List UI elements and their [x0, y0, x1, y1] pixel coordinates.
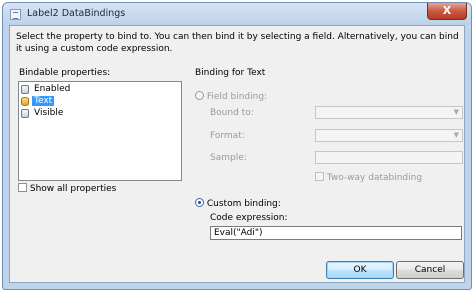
show-all-properties-label: Show all properties — [29, 184, 117, 194]
two-way-databinding-label: Two-way databinding — [326, 173, 423, 183]
bindable-properties-label: Bindable properties: — [19, 68, 111, 78]
list-item-label: Text — [32, 96, 55, 106]
custom-binding-label: Custom binding: — [206, 199, 281, 209]
property-icon — [21, 84, 29, 94]
dialog-title: Label2 DataBindings — [27, 8, 126, 19]
database-icon — [21, 96, 29, 106]
radio-button[interactable] — [195, 198, 204, 207]
format-dropdown[interactable]: ▼ — [315, 129, 463, 142]
show-all-properties-checkbox[interactable]: Show all properties — [18, 183, 116, 194]
cancel-button[interactable]: Cancel — [396, 261, 464, 279]
bound-to-dropdown[interactable]: ▼ — [315, 106, 463, 119]
list-item-text[interactable]: Text — [21, 95, 55, 107]
list-item-label: Enabled — [34, 84, 71, 94]
title-bar[interactable]: Label2 DataBindings X — [3, 3, 471, 25]
field-binding-radio[interactable]: Field binding: — [195, 91, 267, 102]
chevron-down-icon: ▼ — [453, 131, 459, 139]
format-label: Format: — [210, 131, 245, 141]
field-binding-label: Field binding: — [206, 92, 268, 102]
close-button[interactable]: X — [427, 3, 467, 20]
chevron-down-icon: ▼ — [453, 108, 459, 116]
checkbox-box[interactable] — [315, 172, 324, 181]
code-expression-label: Code expression: — [210, 213, 288, 223]
custom-binding-radio[interactable]: Custom binding: — [195, 198, 281, 209]
ok-button[interactable]: OK — [326, 261, 394, 279]
list-item-visible[interactable]: Visible — [21, 107, 65, 119]
window-icon — [10, 9, 21, 20]
databindings-dialog: Label2 DataBindings X Select the propert… — [2, 2, 472, 290]
sample-field[interactable] — [315, 151, 463, 164]
radio-button[interactable] — [195, 91, 204, 100]
checkbox-box[interactable] — [18, 183, 27, 192]
bound-to-label: Bound to: — [210, 108, 254, 118]
sample-label: Sample: — [210, 153, 247, 163]
list-item-label: Visible — [34, 108, 64, 118]
instruction-text: Select the property to bind to. You can … — [16, 32, 459, 54]
two-way-databinding-checkbox[interactable]: Two-way databinding — [315, 172, 422, 183]
code-expression-input[interactable]: Eval("Adi") — [210, 226, 462, 240]
binding-for-label: Binding for Text — [195, 68, 266, 78]
bindable-properties-list[interactable]: Enabled Text Visible — [18, 81, 182, 181]
property-icon — [21, 108, 29, 118]
dialog-body: Select the property to bind to. You can … — [9, 25, 465, 283]
list-item-enabled[interactable]: Enabled — [21, 83, 72, 95]
